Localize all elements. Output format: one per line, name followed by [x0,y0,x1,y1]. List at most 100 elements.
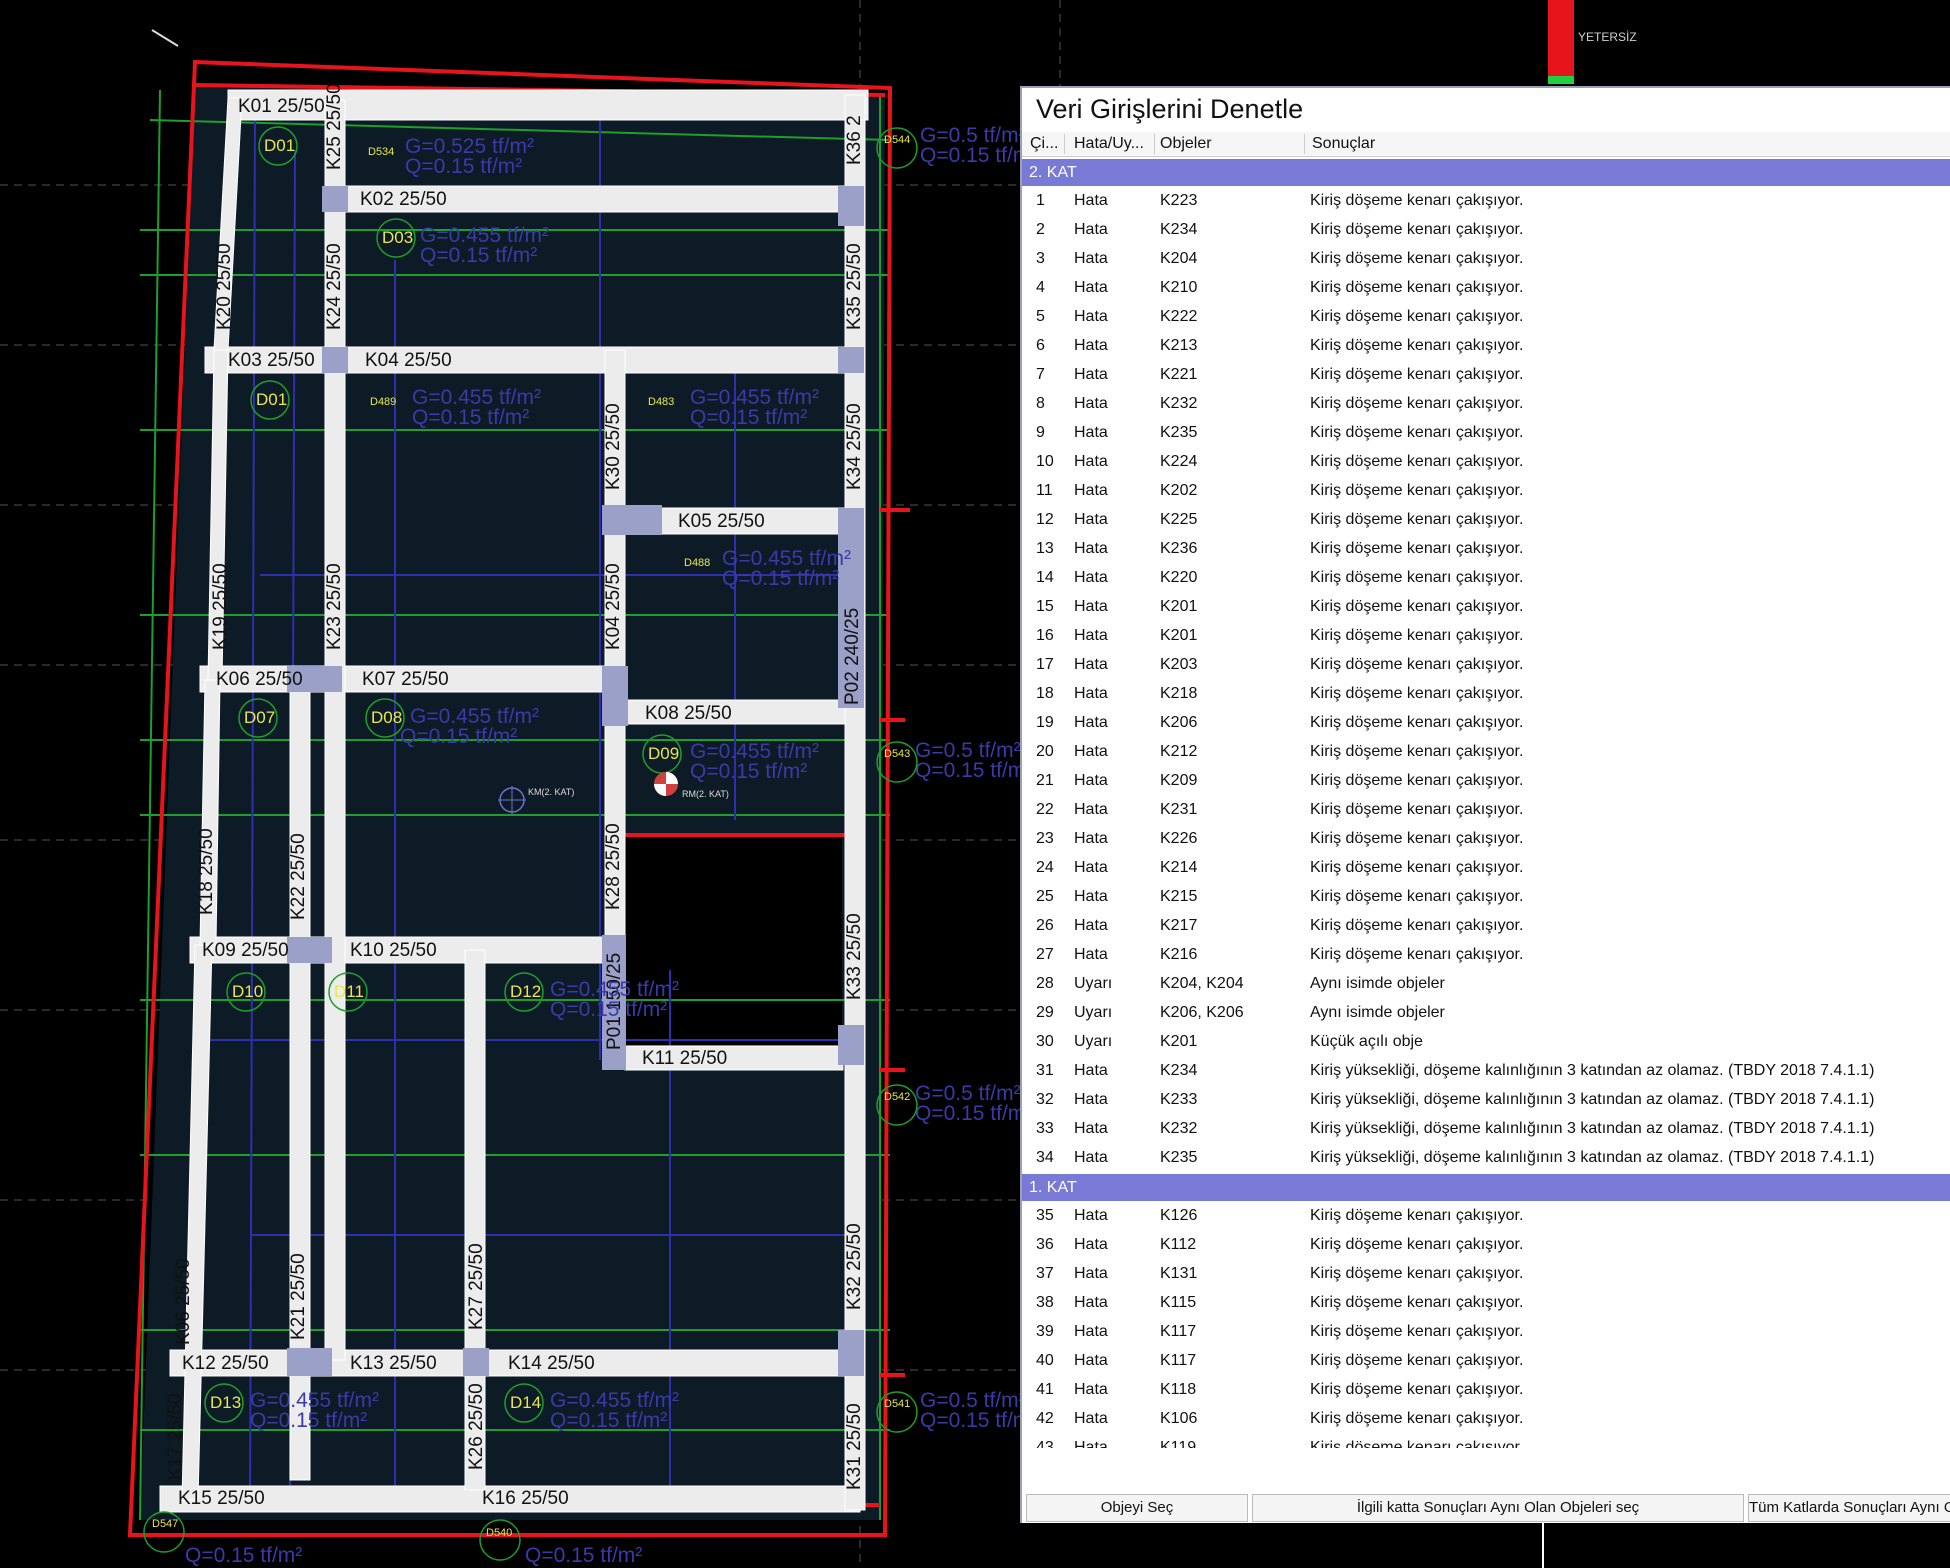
result-row[interactable]: 34 Hata K235 Kiriş yüksekliği, döşeme kalın… [1022,1144,1950,1173]
result-row[interactable]: 12 Hata K225 Kiriş döşeme kenarı çakışıyor. [1022,506,1950,535]
row-number: 2 [1036,221,1045,238]
result-row[interactable]: 35 Hata K126 Kiriş döşeme kenarı çakışıyor. [1022,1202,1950,1231]
result-row[interactable]: 19 Hata K206 Kiriş döşeme kenarı çakışıyor. [1022,709,1950,738]
result-row[interactable]: 15 Hata K201 Kiriş döşeme kenarı çakışıyor. [1022,593,1950,622]
result-row[interactable]: 31 Hata K234 Kiriş yüksekliği, döşeme kalın… [1022,1057,1950,1086]
result-row[interactable]: 18 Hata K218 Kiriş döşeme kenarı çakışıyor. [1022,680,1950,709]
row-type: Hata [1074,656,1108,673]
row-objects: K126 [1160,1207,1198,1224]
result-row[interactable]: 16 Hata K201 Kiriş döşeme kenarı çakışıyor. [1022,622,1950,651]
row-number: 30 [1036,1033,1054,1050]
row-objects: K217 [1160,917,1198,934]
result-row[interactable]: 21 Hata K209 Kiriş döşeme kenarı çakışıyor. [1022,767,1950,796]
result-row[interactable]: 41 Hata K118 Kiriş döşeme kenarı çakışıyor. [1022,1376,1950,1405]
result-row[interactable]: 22 Hata K231 Kiriş döşeme kenarı çakışıyor. [1022,796,1950,825]
svg-text:Q=0.15 tf/m²: Q=0.15 tf/m² [690,760,807,783]
row-type: Hata [1074,569,1108,586]
row-objects: K203 [1160,656,1198,673]
row-objects: K117 [1160,1323,1197,1340]
col-header-results[interactable]: Sonuçlar [1312,135,1375,153]
row-result: Kiriş döşeme kenarı çakışıyor. [1310,511,1524,528]
svg-text:D489: D489 [370,396,396,408]
svg-text:D12: D12 [510,982,541,1001]
result-row[interactable]: 37 Hata K131 Kiriş döşeme kenarı çakışıyor. [1022,1260,1950,1289]
result-row[interactable]: 4 Hata K210 Kiriş döşeme kenarı çakışıyor. [1022,274,1950,303]
group-header[interactable]: 1. KAT [1022,1174,1950,1201]
select-same-results-floor-button[interactable]: İlgili katta Sonuçları Aynı Olan Objeler… [1252,1494,1744,1522]
row-type: Hata [1074,192,1108,209]
row-type: Hata [1074,221,1108,238]
svg-text:Q=0.15 tf/m²: Q=0.15 tf/m² [250,1409,367,1432]
row-type: Hata [1074,1062,1108,1079]
result-row[interactable]: 36 Hata K112 Kiriş döşeme kenarı çakışıyor. [1022,1231,1950,1260]
col-header-no[interactable]: Çi... [1030,135,1058,153]
row-objects: K225 [1160,511,1198,528]
row-objects: K213 [1160,337,1198,354]
svg-text:K13 25/50: K13 25/50 [350,1353,437,1374]
col-header-type[interactable]: Hata/Uy... [1074,135,1144,153]
row-number: 4 [1036,279,1045,296]
row-number: 12 [1036,511,1054,528]
col-header-objects[interactable]: Objeler [1160,135,1212,153]
result-row[interactable]: 40 Hata K117 Kiriş döşeme kenarı çakışıyor. [1022,1347,1950,1376]
row-type: Hata [1074,250,1108,267]
result-row[interactable]: 1 Hata K223 Kiriş döşeme kenarı çakışıyor. [1022,187,1950,216]
result-row[interactable]: 43 Hata K119 Kiriş döşeme kenarı çakışıyor. [1022,1434,1950,1448]
result-row[interactable]: 14 Hata K220 Kiriş döşeme kenarı çakışıyor. [1022,564,1950,593]
result-row[interactable]: 5 Hata K222 Kiriş döşeme kenarı çakışıyor. [1022,303,1950,332]
result-row[interactable]: 9 Hata K235 Kiriş döşeme kenarı çakışıyor. [1022,419,1950,448]
svg-text:K06 25/50: K06 25/50 [216,669,303,690]
row-type: Hata [1074,1352,1108,1369]
result-row[interactable]: 26 Hata K217 Kiriş döşeme kenarı çakışıyor. [1022,912,1950,941]
row-objects: K206 [1160,714,1198,731]
svg-text:Q=0.15 tf/m²: Q=0.15 tf/m² [525,1544,642,1567]
svg-text:K30 25/50: K30 25/50 [603,403,624,490]
svg-text:D11: D11 [334,982,364,1001]
result-row[interactable]: 23 Hata K226 Kiriş döşeme kenarı çakışıyor. [1022,825,1950,854]
svg-text:D543: D543 [884,748,910,760]
row-result: Kiriş yüksekliği, döşeme kalınlığının 3 … [1310,1062,1875,1079]
result-row[interactable]: 7 Hata K221 Kiriş döşeme kenarı çakışıyor. [1022,361,1950,390]
row-objects: K202 [1160,482,1198,499]
svg-text:K18 25/50: K18 25/50 [196,828,217,915]
svg-text:K35 25/50: K35 25/50 [844,243,865,330]
result-row[interactable]: 28 Uyarı K204, K204 Aynı isimde objeler [1022,970,1950,999]
row-objects: K232 [1160,1120,1198,1137]
row-objects: K235 [1160,424,1198,441]
result-row[interactable]: 30 Uyarı K201 Küçük açılı obje [1022,1028,1950,1057]
row-number: 5 [1036,308,1045,325]
result-row[interactable]: 2 Hata K234 Kiriş döşeme kenarı çakışıyor. [1022,216,1950,245]
status-bar-red [1548,0,1574,84]
result-row[interactable]: 10 Hata K224 Kiriş döşeme kenarı çakışıyor. [1022,448,1950,477]
row-number: 34 [1036,1149,1054,1166]
result-row[interactable]: 42 Hata K106 Kiriş döşeme kenarı çakışıyor. [1022,1405,1950,1434]
result-row[interactable]: 13 Hata K236 Kiriş döşeme kenarı çakışıyor. [1022,535,1950,564]
row-objects: K216 [1160,946,1198,963]
select-object-button[interactable]: Objeyi Seç [1026,1494,1248,1522]
result-row[interactable]: 20 Hata K212 Kiriş döşeme kenarı çakışıyor. [1022,738,1950,767]
result-row[interactable]: 6 Hata K213 Kiriş döşeme kenarı çakışıyor. [1022,332,1950,361]
group-header[interactable]: 2. KAT [1022,159,1950,186]
select-same-results-all-floors-button[interactable]: Tüm Katlarda Sonuçları Aynı Olan [1748,1494,1950,1522]
svg-text:K06 25/50: K06 25/50 [173,1258,194,1345]
result-row[interactable]: 25 Hata K215 Kiriş döşeme kenarı çakışıyor. [1022,883,1950,912]
row-result: Kiriş döşeme kenarı çakışıyor. [1310,772,1524,789]
result-row[interactable]: 24 Hata K214 Kiriş döşeme kenarı çakışıyor. [1022,854,1950,883]
result-row[interactable]: 39 Hata K117 Kiriş döşeme kenarı çakışıyor. [1022,1318,1950,1347]
result-row[interactable]: 27 Hata K216 Kiriş döşeme kenarı çakışıyor. [1022,941,1950,970]
results-grid[interactable]: 2. KAT 1 Hata K223 Kiriş döşeme kenarı çakış… [1022,158,1950,1448]
result-row[interactable]: 11 Hata K202 Kiriş döşeme kenarı çakışıyor. [1022,477,1950,506]
result-row[interactable]: 32 Hata K233 Kiriş yüksekliği, döşeme kalın… [1022,1086,1950,1115]
row-result: Kiriş döşeme kenarı çakışıyor. [1310,453,1524,470]
result-row[interactable]: 3 Hata K204 Kiriş döşeme kenarı çakışıyor. [1022,245,1950,274]
result-row[interactable]: 17 Hata K203 Kiriş döşeme kenarı çakışıyor. [1022,651,1950,680]
row-objects: K220 [1160,569,1198,586]
row-objects: K201 [1160,1033,1198,1050]
result-row[interactable]: 29 Uyarı K206, K206 Aynı isimde objeler [1022,999,1950,1028]
row-number: 35 [1036,1207,1054,1224]
result-row[interactable]: 8 Hata K232 Kiriş döşeme kenarı çakışıyor. [1022,390,1950,419]
svg-text:K04 25/50: K04 25/50 [365,350,452,371]
result-row[interactable]: 33 Hata K232 Kiriş yüksekliği, döşeme kalın… [1022,1115,1950,1144]
result-row[interactable]: 38 Hata K115 Kiriş döşeme kenarı çakışıyor. [1022,1289,1950,1318]
svg-text:Q=0.15 tf/m²: Q=0.15 tf/m² [915,759,1032,782]
